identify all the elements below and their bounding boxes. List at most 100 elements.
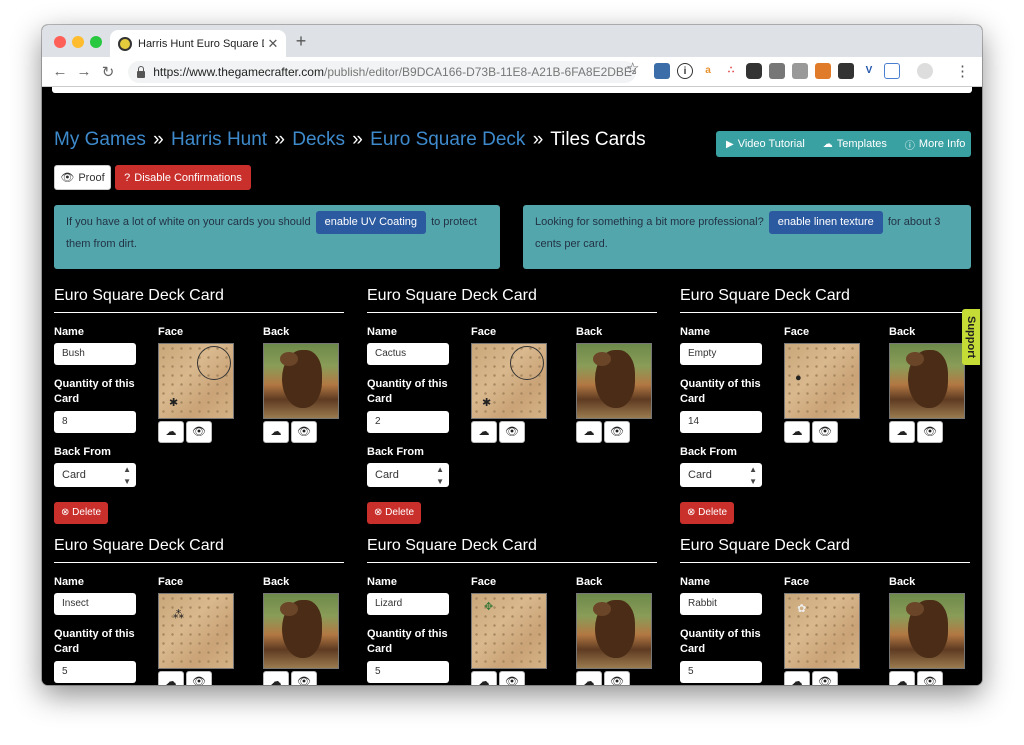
upload-back-button[interactable]: ☁ (889, 421, 915, 443)
breadcrumb-deck[interactable]: Euro Square Deck (370, 129, 525, 150)
upload-face-button[interactable]: ☁ (784, 421, 810, 443)
support-tab[interactable]: Support (962, 309, 980, 365)
browser-toolbar: ← → ↻ https://www.thegamecrafter.com/pub… (42, 57, 982, 87)
view-face-button[interactable]: 👁 (186, 671, 212, 685)
name-input[interactable]: Cactus (367, 343, 449, 365)
face-image[interactable]: ● (784, 343, 860, 419)
upload-face-button[interactable]: ☁ (471, 671, 497, 685)
video-tutorial-button[interactable]: ▶ Video Tutorial (716, 138, 815, 150)
view-back-button[interactable]: 👁 (291, 671, 317, 685)
back-label: Back (263, 326, 290, 338)
upload-face-button[interactable]: ☁ (471, 421, 497, 443)
face-image[interactable]: ✱ (158, 343, 234, 419)
view-back-button[interactable]: 👁 (917, 421, 943, 443)
face-image[interactable]: ✿ (784, 593, 860, 669)
upload-back-button[interactable]: ☁ (576, 421, 602, 443)
breadcrumb-my-games[interactable]: My Games (54, 129, 146, 150)
quantity-input[interactable]: 14 (680, 411, 762, 433)
view-back-button[interactable]: 👁 (604, 671, 630, 685)
back-arrow-icon[interactable]: ← (48, 63, 72, 80)
face-image[interactable]: ⁂ (158, 593, 234, 669)
view-face-button[interactable]: 👁 (812, 671, 838, 685)
templates-label: Templates (836, 138, 887, 150)
address-bar[interactable]: https://www.thegamecrafter.com/publish/e… (128, 61, 636, 83)
minimize-window-button[interactable] (72, 36, 84, 48)
extension-shield-icon[interactable] (769, 63, 785, 79)
enable-linen-texture-button[interactable]: enable linen texture (768, 211, 883, 234)
browser-tab[interactable]: Harris Hunt Euro Square Deck ✕ (110, 30, 286, 57)
view-face-button[interactable]: 👁 (499, 421, 525, 443)
face-image[interactable]: ✱ (471, 343, 547, 419)
back-from-select[interactable]: Card ▲ ▼ (367, 463, 449, 487)
back-from-label: Back From (367, 446, 424, 458)
more-info-button[interactable]: ⓘ More Info (897, 137, 975, 152)
card-title: Euro Square Deck Card (367, 537, 657, 563)
extension-calendar-icon[interactable] (884, 63, 900, 79)
back-image[interactable] (576, 593, 652, 669)
quantity-input[interactable]: 2 (367, 411, 449, 433)
extension-v-icon[interactable]: V (861, 63, 877, 79)
templates-button[interactable]: ☁ Templates (815, 138, 897, 150)
view-face-button[interactable]: 👁 (812, 421, 838, 443)
upload-face-button[interactable]: ☁ (158, 671, 184, 685)
name-input[interactable]: Insect (54, 593, 136, 615)
name-input[interactable]: Rabbit (680, 593, 762, 615)
view-back-button[interactable]: 👁 (291, 421, 317, 443)
quantity-input[interactable]: 5 (367, 661, 449, 683)
breadcrumb-decks[interactable]: Decks (292, 129, 345, 150)
disable-confirmations-button[interactable]: ? Disable Confirmations (115, 165, 251, 190)
breadcrumb-game[interactable]: Harris Hunt (171, 129, 267, 150)
back-image[interactable] (263, 343, 339, 419)
upload-back-button[interactable]: ☁ (576, 671, 602, 685)
extension-puzzle-icon[interactable] (815, 63, 831, 79)
forward-arrow-icon[interactable]: → (72, 63, 96, 80)
new-tab-button[interactable]: + (292, 31, 310, 52)
name-label: Name (367, 576, 397, 588)
view-face-button[interactable]: 👁 (186, 421, 212, 443)
extension-kb-icon[interactable] (838, 63, 854, 79)
back-from-select[interactable]: Card ▲ ▼ (680, 463, 762, 487)
extension-notes-icon[interactable] (654, 63, 670, 79)
upload-face-button[interactable]: ☁ (784, 671, 810, 685)
reload-icon[interactable]: ↻ (96, 63, 120, 81)
name-input[interactable]: Empty (680, 343, 762, 365)
quantity-input[interactable]: 5 (54, 661, 136, 683)
upload-back-button[interactable]: ☁ (889, 671, 915, 685)
back-image[interactable] (889, 593, 965, 669)
view-face-button[interactable]: 👁 (499, 671, 525, 685)
bookmark-star-icon[interactable]: ☆ (626, 59, 639, 77)
proof-button[interactable]: 👁 Proof (54, 165, 111, 190)
back-image[interactable] (889, 343, 965, 419)
view-back-button[interactable]: 👁 (917, 671, 943, 685)
browser-menu-icon[interactable]: ⋮ (955, 62, 970, 80)
select-arrows-icon: ▲ ▼ (123, 465, 131, 486)
quantity-input[interactable]: 8 (54, 411, 136, 433)
video-tutorial-label: Video Tutorial (737, 138, 805, 150)
back-image[interactable] (263, 593, 339, 669)
site-favicon-icon (118, 36, 132, 51)
name-input[interactable]: Bush (54, 343, 136, 365)
upload-back-button[interactable]: ☁ (263, 671, 289, 685)
delete-button[interactable]: ⊗ Delete (367, 502, 422, 524)
extension-pocket-icon[interactable] (746, 63, 762, 79)
delete-button[interactable]: ⊗ Delete (54, 502, 109, 524)
close-window-button[interactable] (54, 36, 66, 48)
extension-info-icon[interactable]: i (677, 63, 693, 79)
delete-button[interactable]: ⊗ Delete (680, 502, 735, 524)
view-back-button[interactable]: 👁 (604, 421, 630, 443)
back-image[interactable] (576, 343, 652, 419)
extension-asana-icon[interactable]: ∴ (723, 63, 739, 79)
maximize-window-button[interactable] (90, 36, 102, 48)
name-input[interactable]: Lizard (367, 593, 449, 615)
quantity-input[interactable]: 5 (680, 661, 762, 683)
profile-avatar-icon[interactable] (917, 63, 933, 79)
upload-back-button[interactable]: ☁ (263, 421, 289, 443)
upload-face-button[interactable]: ☁ (158, 421, 184, 443)
tab-close-icon[interactable]: ✕ (264, 36, 282, 52)
face-image[interactable]: ✥ (471, 593, 547, 669)
back-from-select[interactable]: Card ▲ ▼ (54, 463, 136, 487)
enable-uv-coating-button[interactable]: enable UV Coating (315, 211, 426, 234)
extension-amazon-icon[interactable]: a (700, 63, 716, 79)
linen-alert-text-pre: Looking for something a bit more profess… (535, 216, 764, 228)
extension-book-icon[interactable] (792, 63, 808, 79)
